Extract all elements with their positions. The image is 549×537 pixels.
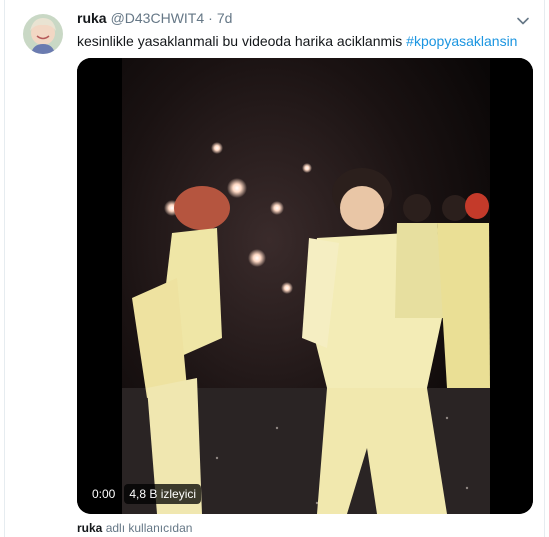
tweet-header: ruka @D43CHWIT4 · 7d — [77, 10, 232, 30]
avatar-image — [23, 14, 63, 54]
attribution-suffix: adlı kullanıcıdan — [105, 521, 193, 535]
chevron-down-icon[interactable] — [516, 14, 530, 28]
video-player[interactable]: 0:00 4,8 B izleyici — [77, 58, 533, 514]
video-timestamp: 0:00 — [87, 484, 121, 504]
display-name[interactable]: ruka — [77, 10, 107, 26]
view-count-badge: 4,8 B izleyici — [124, 484, 202, 504]
avatar[interactable] — [23, 14, 63, 54]
attribution-user[interactable]: ruka — [77, 521, 102, 535]
video-overlay: 0:00 4,8 B izleyici — [87, 484, 202, 504]
tweet-text: kesinlikle yasaklanmali bu videoda harik… — [77, 32, 517, 50]
separator-dot: · — [208, 10, 213, 26]
user-handle[interactable]: @D43CHWIT4 — [111, 10, 205, 26]
tweet-timestamp[interactable]: 7d — [217, 10, 233, 26]
video-frame — [77, 58, 533, 514]
tweet-body: kesinlikle yasaklanmali bu videoda harik… — [77, 33, 403, 49]
hashtag-link[interactable]: #kpopyasaklansin — [406, 33, 517, 49]
tweet-card[interactable]: ruka @D43CHWIT4 · 7d kesinlikle yasaklan… — [4, 0, 545, 537]
attribution-footer: ruka adlı kullanıcıdan — [77, 521, 192, 535]
